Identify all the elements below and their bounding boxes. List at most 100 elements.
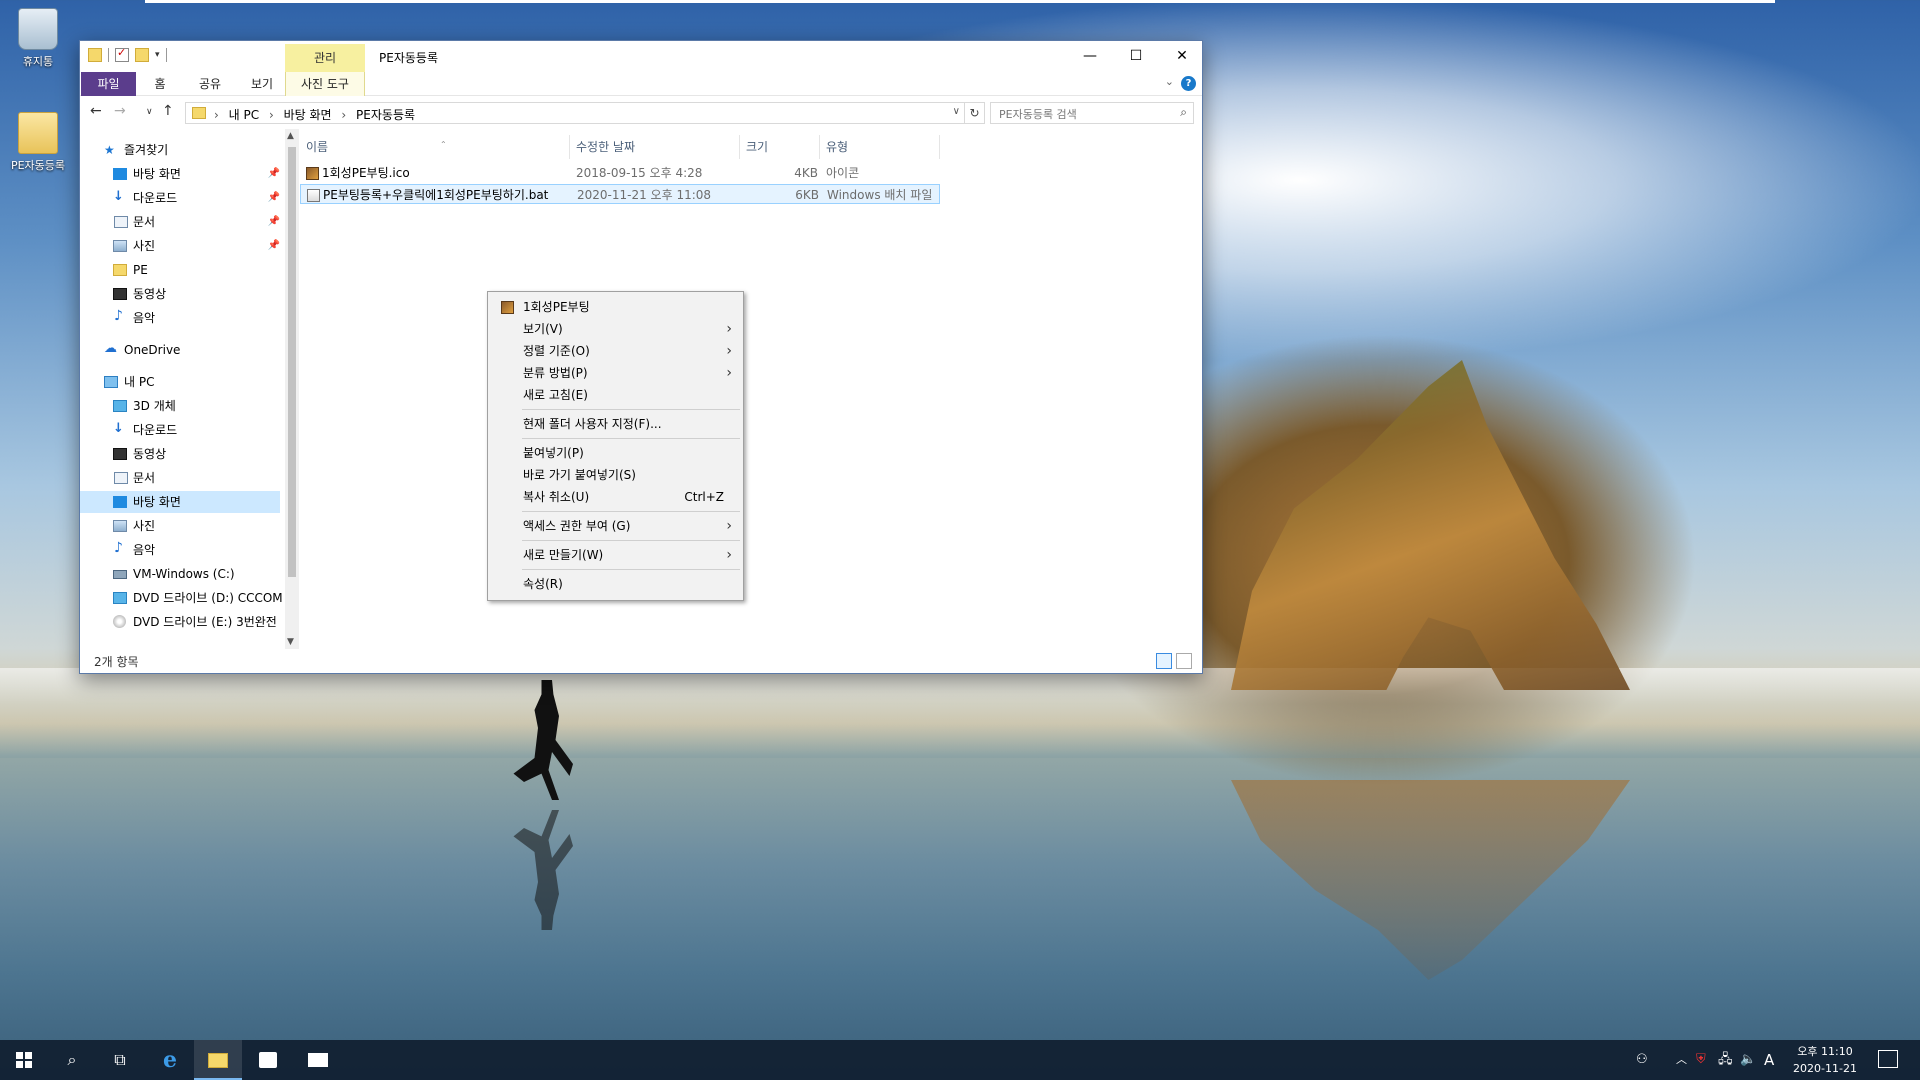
title-bar[interactable]: ▾ 관리 PE자동등록 — ☐ ✕ xyxy=(80,41,1202,72)
menu-item-paste-shortcut[interactable]: 바로 가기 붙여넣기(S) xyxy=(489,464,742,486)
tab-file[interactable]: 파일 xyxy=(81,72,136,96)
breadcrumb-item-this-pc[interactable]: 내 PC xyxy=(229,108,259,122)
properties-icon[interactable] xyxy=(115,46,129,62)
chevron-right-icon: › xyxy=(726,547,732,563)
chevron-down-icon[interactable]: ∨ xyxy=(953,106,960,117)
scrollbar-thumb[interactable] xyxy=(288,147,296,577)
taskbar-edge[interactable]: e xyxy=(146,1040,194,1080)
nav-item-pc-downloads[interactable]: ↓ 다운로드 xyxy=(80,419,280,441)
tab-share[interactable]: 공유 xyxy=(186,72,234,96)
network-icon[interactable]: 🖧 xyxy=(1718,1040,1733,1080)
nav-item-onedrive[interactable]: ☁ OneDrive xyxy=(80,339,280,361)
menu-item-customize-folder[interactable]: 현재 폴더 사용자 지정(F)... xyxy=(489,413,742,435)
pin-icon[interactable]: 📌 xyxy=(268,163,280,185)
breadcrumb-item-desktop[interactable]: 바탕 화면 xyxy=(284,108,332,122)
nav-item-pc-pictures[interactable]: 사진 xyxy=(80,515,280,537)
nav-item-this-pc[interactable]: 내 PC xyxy=(80,371,280,393)
nav-item-label: 다운로드 xyxy=(133,191,178,205)
help-icon[interactable]: ? xyxy=(1181,76,1196,91)
file-list[interactable]: 이름 ⌃ 수정한 날짜 크기 유형 1회성PE부팅.ico 2018-09-15… xyxy=(300,129,1200,649)
nav-item-pictures[interactable]: 사진 📌 xyxy=(80,235,280,257)
nav-item-quick-access[interactable]: ★ 즐겨찾기 xyxy=(80,139,280,161)
nav-item-drive-d[interactable]: DVD 드라이브 (D:) CCCOM xyxy=(80,587,283,609)
chevron-down-icon[interactable]: ▼ xyxy=(287,637,294,647)
pin-icon[interactable]: 📌 xyxy=(268,235,280,257)
nav-item-downloads[interactable]: ↓ 다운로드 📌 xyxy=(80,187,280,209)
maximize-button[interactable]: ☐ xyxy=(1113,41,1159,71)
large-icons-view-icon[interactable] xyxy=(1176,653,1192,669)
breadcrumb-item-pe-folder[interactable]: PE자동등록 xyxy=(356,108,415,122)
up-arrow-icon[interactable]: ↑ xyxy=(162,103,174,119)
people-icon[interactable]: ⚇ xyxy=(1636,1040,1648,1080)
details-view-icon[interactable] xyxy=(1156,653,1172,669)
tab-view[interactable]: 보기 xyxy=(240,72,284,96)
nav-item-pc-music[interactable]: ♪ 음악 xyxy=(80,539,280,561)
menu-item-one-time-pe-boot[interactable]: 1회성PE부팅 xyxy=(489,296,742,318)
notification-center-icon[interactable] xyxy=(1878,1050,1898,1068)
security-alert-icon[interactable]: ⛨ xyxy=(1696,1040,1706,1080)
taskbar-store[interactable] xyxy=(244,1040,292,1080)
new-folder-icon[interactable] xyxy=(135,48,149,62)
menu-item-sort-by[interactable]: 정렬 기준(O) › xyxy=(489,340,742,362)
pin-icon[interactable]: 📌 xyxy=(268,187,280,209)
tab-manage[interactable]: 관리 xyxy=(285,44,365,72)
nav-item-pc-videos[interactable]: 동영상 xyxy=(80,443,280,465)
forward-arrow-icon[interactable]: → xyxy=(114,103,126,119)
chevron-up-icon[interactable]: ▲ xyxy=(287,131,294,141)
menu-item-properties[interactable]: 속성(R) xyxy=(489,573,742,595)
volume-icon[interactable]: 🔈 xyxy=(1740,1040,1756,1080)
menu-item-new[interactable]: 새로 만들기(W) › xyxy=(489,544,742,566)
nav-item-pe[interactable]: PE xyxy=(80,259,280,281)
nav-item-desktop[interactable]: 바탕 화면 📌 xyxy=(80,163,280,185)
pin-icon[interactable]: 📌 xyxy=(268,211,280,233)
close-button[interactable]: ✕ xyxy=(1159,41,1205,71)
nav-pane-scrollbar[interactable]: ▲ ▼ xyxy=(285,129,299,649)
menu-item-view[interactable]: 보기(V) › xyxy=(489,318,742,340)
file-row[interactable]: PE부팅등록+우클릭에1회성PE부팅하기.bat 2020-11-21 오후 1… xyxy=(300,184,940,204)
column-header-name[interactable]: 이름 ⌃ xyxy=(300,135,570,159)
nav-item-videos[interactable]: 동영상 xyxy=(80,283,280,305)
tab-picture-tools[interactable]: 사진 도구 xyxy=(285,72,365,96)
nav-item-label: 음악 xyxy=(133,543,156,557)
tab-home[interactable]: 홈 xyxy=(142,72,178,96)
clock[interactable]: 오후 11:10 2020-11-21 xyxy=(1790,1043,1860,1077)
column-header-size[interactable]: 크기 xyxy=(740,135,820,159)
task-view-button[interactable]: ⧉ xyxy=(96,1040,144,1080)
recent-locations-chevron-icon[interactable]: ∨ xyxy=(146,107,153,117)
column-header-type[interactable]: 유형 xyxy=(820,135,940,159)
nav-item-drive-e[interactable]: DVD 드라이브 (E:) 3번완전 xyxy=(80,611,280,633)
nav-item-music[interactable]: ♪ 음악 xyxy=(80,307,280,329)
minimize-button[interactable]: — xyxy=(1067,41,1113,71)
search-button[interactable]: ⌕ xyxy=(48,1040,96,1080)
column-header-date[interactable]: 수정한 날짜 xyxy=(570,135,740,159)
desktop-icon-recycle-bin[interactable]: 휴지통 xyxy=(1,8,75,69)
chevron-up-icon[interactable]: ︿ xyxy=(1676,1040,1687,1080)
menu-divider xyxy=(522,409,740,410)
start-button[interactable] xyxy=(0,1040,48,1080)
ime-indicator[interactable]: A xyxy=(1764,1040,1774,1080)
taskbar-mail[interactable] xyxy=(294,1040,342,1080)
nav-item-pc-documents[interactable]: 문서 xyxy=(80,467,280,489)
menu-item-give-access[interactable]: 액세스 권한 부여 (G) › xyxy=(489,515,742,537)
file-row[interactable]: 1회성PE부팅.ico 2018-09-15 오후 4:28 4KB 아이콘 xyxy=(300,163,940,183)
menu-item-undo-copy[interactable]: 복사 취소(U) Ctrl+Z xyxy=(489,486,742,508)
back-arrow-icon[interactable]: ← xyxy=(90,103,102,119)
folder-icon xyxy=(18,112,58,154)
nav-item-drive-c[interactable]: VM-Windows (C:) xyxy=(80,563,280,585)
chevron-down-icon[interactable]: ▾ xyxy=(155,50,160,60)
menu-item-label: 바로 가기 붙여넣기(S) xyxy=(523,468,636,482)
search-input[interactable]: PE자동등록 검색 ⌕ xyxy=(990,102,1194,124)
chevron-down-icon[interactable]: ⌄ xyxy=(1165,75,1174,88)
nav-item-documents[interactable]: 문서 📌 xyxy=(80,211,280,233)
menu-item-refresh[interactable]: 새로 고침(E) xyxy=(489,384,742,406)
computer-icon xyxy=(104,376,118,388)
nav-item-3d-objects[interactable]: 3D 개체 xyxy=(80,395,280,417)
desktop-icon-pe-folder[interactable]: PE자동등록 xyxy=(1,112,75,173)
refresh-icon[interactable]: ↻ xyxy=(965,102,985,124)
menu-item-group-by[interactable]: 분류 방법(P) › xyxy=(489,362,742,384)
taskbar-file-explorer[interactable] xyxy=(194,1040,242,1080)
menu-item-label: 보기(V) xyxy=(523,322,563,336)
nav-item-pc-desktop[interactable]: 바탕 화면 xyxy=(80,491,280,513)
address-bar[interactable]: › 내 PC › 바탕 화면 › PE자동등록 ∨ xyxy=(185,102,965,124)
menu-item-paste[interactable]: 붙여넣기(P) xyxy=(489,442,742,464)
